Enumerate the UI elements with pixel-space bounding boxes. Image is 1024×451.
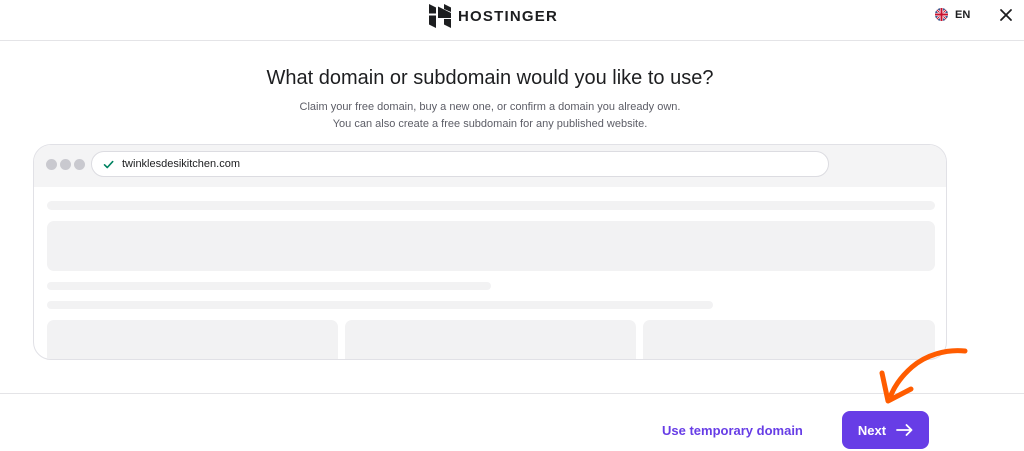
next-button[interactable]: Next — [842, 411, 929, 449]
skeleton-card — [47, 320, 338, 359]
close-icon[interactable] — [999, 8, 1013, 22]
browser-bar: twinklesdesikitchen.com — [34, 145, 946, 187]
top-bar: HOSTINGER EN — [0, 0, 1024, 41]
hostinger-logo-icon — [429, 4, 451, 28]
language-selector[interactable]: EN — [935, 8, 970, 21]
page-title: What domain or subdomain would you like … — [266, 67, 714, 89]
brand-logo: HOSTINGER — [429, 4, 558, 28]
skeleton-block — [47, 221, 935, 271]
website-preview: twinklesdesikitchen.com — [33, 144, 947, 360]
skeleton-card — [345, 320, 636, 359]
use-temporary-domain-link[interactable]: Use temporary domain — [662, 423, 803, 438]
address-url: twinklesdesikitchen.com — [122, 158, 240, 170]
page-subtitle: Claim your free domain, buy a new one, o… — [299, 101, 681, 130]
annotation-arrow-icon — [879, 348, 968, 404]
next-button-label: Next — [857, 422, 887, 438]
window-dot — [46, 159, 57, 170]
check-icon — [103, 160, 114, 168]
skeleton-line — [47, 201, 935, 210]
window-dot — [74, 159, 85, 170]
footer-bar: Use temporary domain Next — [0, 393, 1024, 451]
skeleton-line — [47, 301, 713, 309]
uk-flag-icon — [935, 8, 948, 21]
language-label: EN — [955, 8, 971, 21]
address-bar: twinklesdesikitchen.com — [91, 151, 829, 177]
brand-name: HOSTINGER — [458, 7, 558, 25]
window-dot — [60, 159, 71, 170]
skeleton-line — [47, 282, 491, 290]
arrow-right-icon — [896, 424, 913, 436]
